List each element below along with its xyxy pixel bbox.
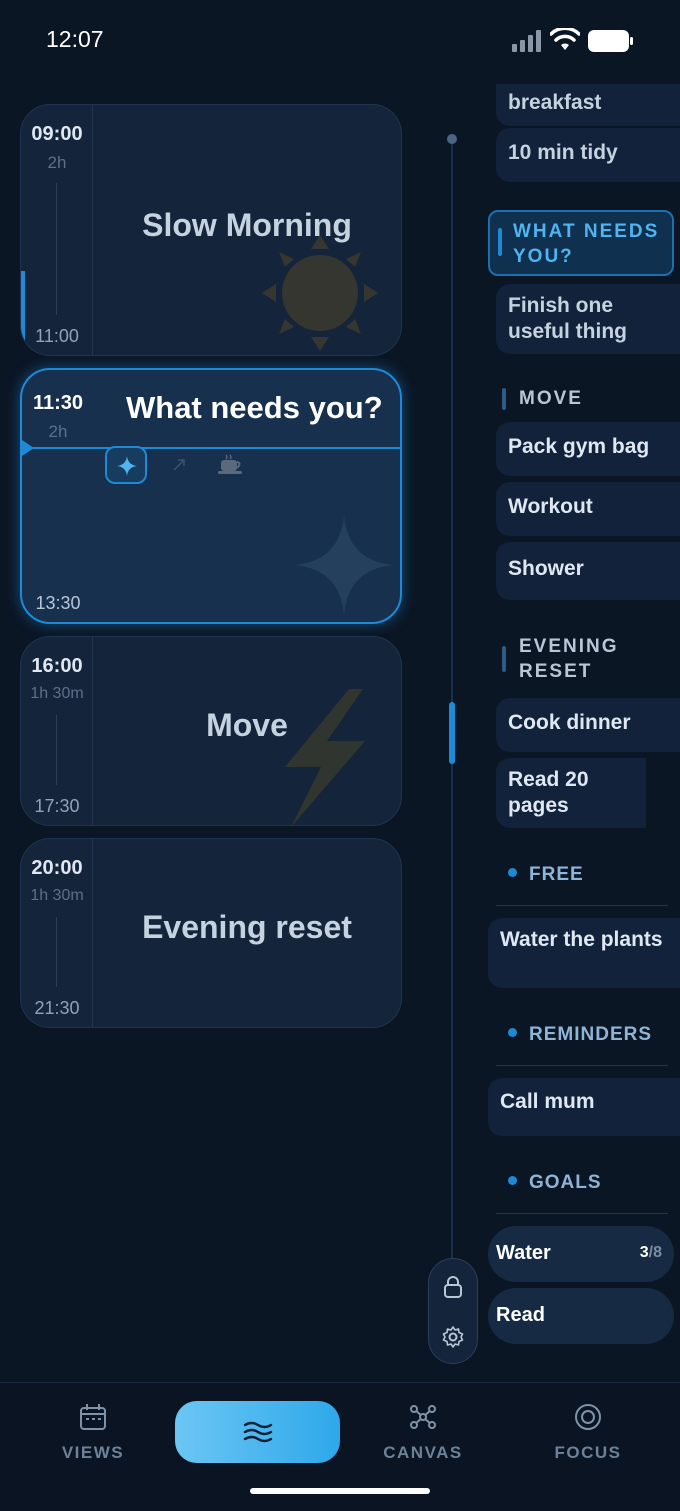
- canvas-nodes-icon: [410, 1405, 436, 1429]
- block-title: Move: [206, 707, 288, 743]
- goal-item-read[interactable]: Read: [488, 1288, 674, 1344]
- arrow-icon[interactable]: [172, 458, 186, 472]
- section-header-reminders: REMINDERS: [508, 1024, 652, 1046]
- waves-icon: [243, 1421, 273, 1443]
- status-time: 12:07: [46, 26, 104, 52]
- battery-icon: [588, 30, 633, 52]
- section-title: WHAT NEEDS YOU?: [513, 221, 660, 267]
- now-indicator-arrow-icon: [22, 440, 34, 456]
- goal-item-water[interactable]: Water 3/8: [488, 1226, 674, 1282]
- divider: [496, 905, 668, 906]
- task-item[interactable]: Call mum: [488, 1078, 680, 1136]
- time-line: [56, 183, 57, 315]
- task-item[interactable]: Workout: [496, 482, 680, 536]
- signal-icon: [512, 30, 541, 52]
- task-item[interactable]: breakfast: [496, 84, 680, 126]
- block-end-time: 11:00: [35, 326, 79, 346]
- home-indicator[interactable]: [250, 1488, 430, 1494]
- time-column: 09:00 2h 11:00: [21, 105, 93, 355]
- task-item[interactable]: Cook dinner: [496, 698, 680, 752]
- block-end-time: 13:30: [35, 593, 81, 613]
- block-duration: 2h: [48, 422, 68, 441]
- divider: [496, 1213, 668, 1214]
- wifi-icon: [550, 28, 580, 50]
- timeline-block-evening-reset[interactable]: 20:00 1h 30m 21:30 Evening reset: [20, 838, 402, 1028]
- block-title: Evening reset: [142, 909, 352, 945]
- nav-label: VIEWS: [61, 1443, 125, 1462]
- time-column: 11:30 2h 13:30: [22, 370, 94, 622]
- scroll-thumb[interactable]: [449, 702, 455, 764]
- block-start-time: 20:00: [31, 857, 83, 879]
- task-item[interactable]: Read 20 pages: [496, 758, 646, 828]
- rail-top-dot: [447, 134, 457, 144]
- goal-progress-total: /8: [648, 1244, 662, 1261]
- block-start-time: 16:00: [31, 655, 83, 677]
- divider: [496, 1065, 668, 1066]
- nav-label: FOCUS: [554, 1443, 622, 1462]
- block-start-time: 11:30: [32, 392, 84, 414]
- task-item[interactable]: Shower: [496, 542, 680, 600]
- block-duration: 2h: [47, 153, 67, 172]
- nav-timeline-button[interactable]: [175, 1401, 340, 1463]
- time-column: 16:00 1h 30m 17:30: [21, 637, 93, 825]
- task-item[interactable]: Water the plants: [488, 918, 680, 988]
- goal-label: Water: [496, 1242, 551, 1264]
- mini-icon-sparkle-button[interactable]: [105, 446, 147, 484]
- gear-icon[interactable]: [441, 1325, 465, 1349]
- timeline-block-slow-morning[interactable]: 09:00 2h 11:00 Slow Morning: [20, 104, 402, 356]
- goal-progress-done: 3: [639, 1244, 649, 1261]
- block-duration: 1h 30m: [30, 685, 84, 702]
- section-header-goals: GOALS: [508, 1172, 602, 1194]
- section-header-move: MOVE: [519, 388, 583, 409]
- calendar-icon: [80, 1404, 106, 1430]
- focus-target-icon: [575, 1404, 601, 1430]
- nav-canvas[interactable]: CANVAS: [353, 1383, 493, 1483]
- time-line: [56, 917, 57, 987]
- task-item[interactable]: Pack gym bag: [496, 422, 680, 476]
- sparkle-deco-icon: [294, 515, 394, 615]
- nav-label: CANVAS: [383, 1443, 463, 1462]
- section-header-free: FREE: [508, 864, 584, 886]
- header-accent: [502, 388, 506, 410]
- nav-views[interactable]: VIEWS: [23, 1383, 163, 1483]
- floating-controls: [428, 1258, 478, 1364]
- time-line: [56, 715, 57, 785]
- timeline-block-move[interactable]: 16:00 1h 30m 17:30 Move: [20, 636, 402, 826]
- block-title: Slow Morning: [142, 207, 352, 243]
- block-end-time: 21:30: [34, 998, 80, 1018]
- task-item[interactable]: Finish one useful thing: [496, 284, 680, 354]
- header-accent: [502, 646, 506, 672]
- header-accent: [498, 228, 502, 256]
- section-header-evening-reset: EVENING RESET: [519, 636, 619, 682]
- time-column: 20:00 1h 30m 21:30: [21, 839, 93, 1027]
- task-item[interactable]: 10 min tidy: [496, 128, 680, 182]
- timeline-block-what-needs-you[interactable]: 11:30 2h 13:30 What needs you?: [20, 368, 402, 624]
- goal-progress: 3/8: [640, 1244, 662, 1262]
- nav-focus[interactable]: FOCUS: [518, 1383, 658, 1483]
- status-bar: 12:07: [0, 0, 680, 84]
- timeline-scroll-rail[interactable]: [451, 140, 453, 1260]
- lock-icon[interactable]: [443, 1275, 463, 1299]
- section-header-what-needs-you[interactable]: WHAT NEEDS YOU?: [488, 210, 674, 276]
- block-duration: 1h 30m: [30, 887, 84, 904]
- sun-icon: [262, 235, 378, 351]
- block-end-time: 17:30: [34, 796, 80, 816]
- coffee-icon[interactable]: [218, 454, 244, 476]
- goal-label: Read: [496, 1304, 545, 1326]
- block-start-time: 09:00: [31, 123, 83, 145]
- sparkle-icon: [117, 456, 137, 476]
- now-indicator-line: [22, 447, 400, 449]
- block-title: What needs you?: [126, 390, 383, 425]
